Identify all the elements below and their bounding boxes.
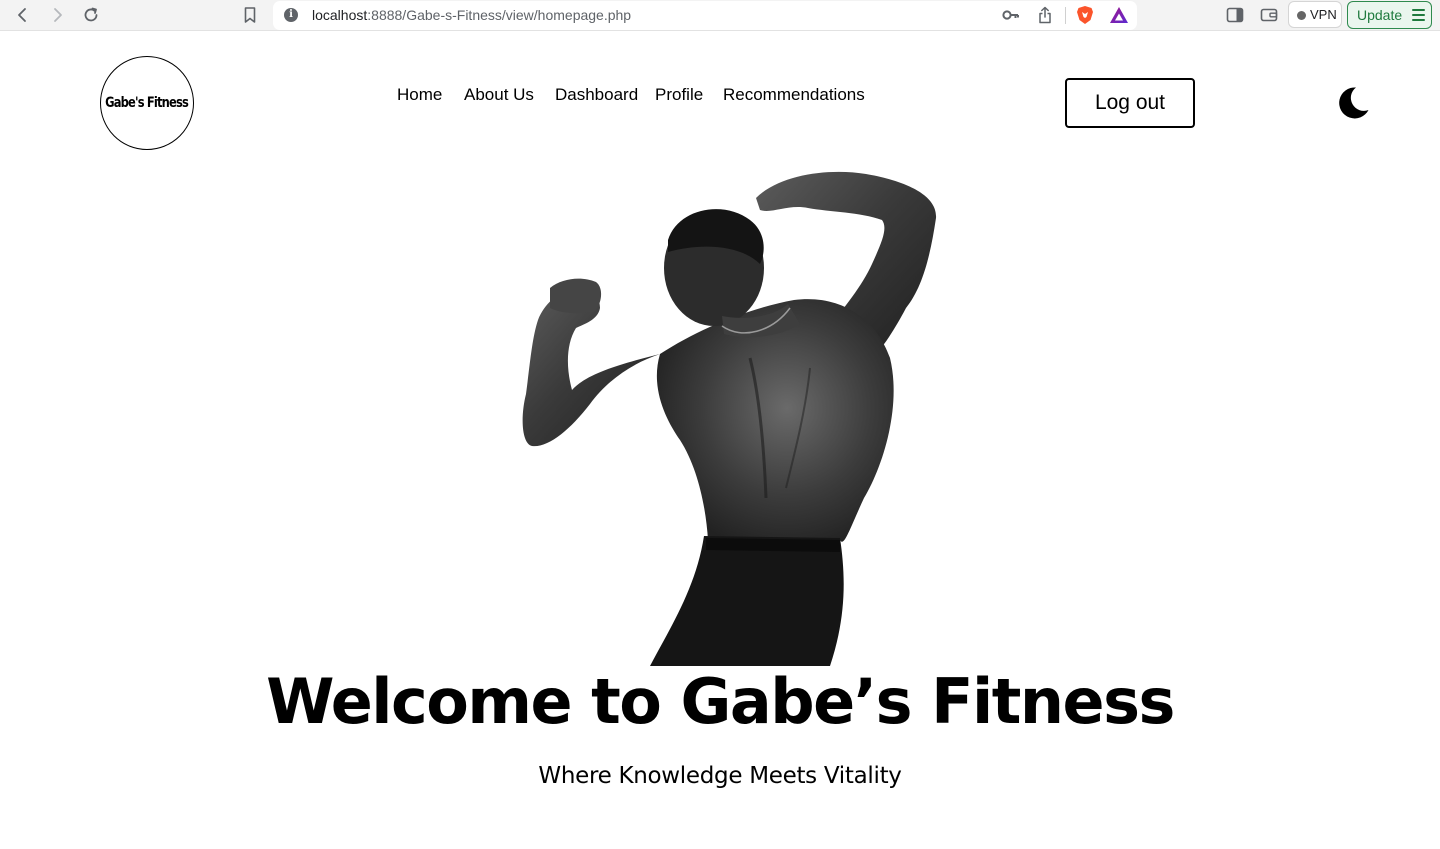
divider	[1065, 7, 1066, 24]
nav-dashboard[interactable]: Dashboard	[555, 84, 638, 106]
url-host: localhost	[312, 7, 368, 23]
bodybuilder-photo	[510, 168, 950, 666]
sidebar-toggle-icon[interactable]	[1223, 4, 1247, 26]
share-icon[interactable]	[1035, 5, 1055, 25]
forward-icon[interactable]	[45, 4, 69, 26]
back-icon[interactable]	[11, 4, 35, 26]
nav-about-us[interactable]: About Us	[464, 84, 534, 106]
browser-toolbar: i localhost:8888/Gabe-s-Fitness/view/hom…	[0, 0, 1440, 31]
site-logo[interactable]: Gabe's Fitness	[100, 56, 194, 150]
nav-home[interactable]: Home	[397, 84, 442, 106]
vpn-button[interactable]: VPN	[1288, 1, 1342, 28]
update-label: Update	[1357, 7, 1403, 23]
site-info-icon[interactable]: i	[284, 8, 298, 22]
bookmark-icon[interactable]	[238, 4, 262, 26]
url-path: :8888/Gabe-s-Fitness/view/homepage.php	[367, 7, 632, 23]
moon-icon[interactable]	[1336, 86, 1370, 120]
key-icon[interactable]	[1001, 5, 1021, 25]
brave-shields-icon[interactable]	[1074, 5, 1096, 25]
logo-text: Gabe's Fitness	[105, 95, 190, 111]
vpn-status-icon	[1297, 11, 1306, 20]
wallet-icon[interactable]	[1257, 4, 1281, 26]
reload-icon[interactable]	[79, 4, 103, 26]
logout-button[interactable]: Log out	[1065, 78, 1195, 128]
menu-icon	[1412, 9, 1425, 21]
nav-profile[interactable]: Profile	[655, 84, 703, 106]
vpn-label: VPN	[1310, 7, 1337, 22]
brave-rewards-icon[interactable]	[1108, 5, 1130, 25]
address-bar[interactable]: i localhost:8888/Gabe-s-Fitness/view/hom…	[273, 1, 1137, 30]
update-button[interactable]: Update	[1347, 1, 1432, 29]
hero-title: Welcome to Gabe’s Fitness	[266, 665, 1175, 738]
hero-subtitle: Where Knowledge Meets Vitality	[538, 763, 902, 789]
nav-recommendations[interactable]: Recommendations	[723, 84, 865, 106]
url-text[interactable]: localhost:8888/Gabe-s-Fitness/view/homep…	[312, 7, 631, 24]
